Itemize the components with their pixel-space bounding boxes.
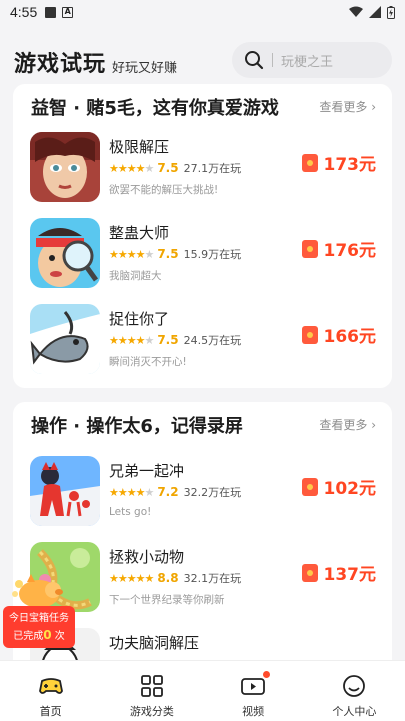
see-more-link[interactable]: 查看更多 › [319, 98, 376, 115]
reward-badge[interactable]: 137元 [301, 560, 377, 585]
nav-tab-home[interactable]: 首页 [0, 661, 101, 721]
game-item[interactable]: 极限解压 ★★★★★ 7.5 27.1万在玩 欲罢不能的解压大挑战! 173元 [13, 132, 392, 208]
play-count: 32.2万在玩 [183, 486, 242, 499]
video-icon [241, 678, 266, 695]
game-thumbnail [30, 218, 100, 288]
task-unit: 次 [54, 631, 65, 642]
game-name: 兄弟一起冲 [109, 462, 185, 480]
nav-label: 游戏分类 [129, 705, 174, 718]
reward-badge[interactable]: 166元 [301, 322, 377, 347]
daily-treasure-task[interactable]: 今日宝箱任务 已完成0 次 [3, 570, 75, 648]
notification-dot [262, 671, 270, 678]
game-thumbnail [30, 132, 100, 202]
search-divider [272, 53, 273, 67]
red-envelope-icon [301, 153, 318, 172]
rating-score: 7.5 [157, 161, 179, 175]
play-count: 27.1万在玩 [183, 162, 242, 175]
game-thumbnail [30, 304, 100, 374]
rating-score: 8.8 [157, 571, 179, 585]
nav-label: 首页 [39, 705, 62, 718]
game-meta: ★★★★★ 7.5 27.1万在玩 [109, 160, 241, 176]
see-more-label: 查看更多 [319, 418, 368, 432]
game-name: 极限解压 [109, 138, 170, 156]
gamepad-icon [38, 678, 63, 694]
reward-amount: 102元 [323, 479, 377, 499]
rating-score: 7.2 [157, 485, 179, 499]
smile-icon [343, 675, 366, 697]
rating-stars: ★★★★★ [109, 247, 154, 261]
task-progress: 已完成0 次 [3, 627, 75, 645]
see-more-link[interactable]: 查看更多 › [319, 416, 376, 433]
section-card-puzzle: 益智 · 赌5毛，这有你真爱游戏 查看更多 › 极限解压 ★★★★★ 7.5 2… [13, 84, 392, 388]
game-name: 功夫脑洞解压 [109, 634, 200, 652]
nav-tab-profile[interactable]: 个人中心 [304, 661, 405, 721]
play-count: 24.5万在玩 [183, 334, 242, 347]
game-description: 瞬间消灭不开心! [109, 356, 187, 368]
red-envelope-icon [301, 325, 318, 344]
status-bar: 4:55 A [0, 0, 405, 24]
app-notification-icon: A [62, 6, 74, 18]
reward-amount: 137元 [323, 565, 377, 585]
reward-badge[interactable]: 173元 [301, 150, 377, 175]
see-more-label: 查看更多 [319, 100, 368, 114]
game-meta: ★★★★★ 7.5 15.9万在玩 [109, 246, 241, 262]
reward-amount: 166元 [323, 327, 377, 347]
section-title: 益智 · 赌5毛，这有你真爱游戏 [31, 98, 279, 119]
reward-badge[interactable]: 176元 [301, 236, 377, 261]
search-bar[interactable]: 玩梗之王 [232, 42, 392, 78]
nav-label: 视频 [242, 705, 265, 718]
rating-score: 7.5 [157, 333, 179, 347]
piggy-bank-icon [12, 574, 63, 608]
grid-icon [140, 675, 163, 697]
nav-tab-categories[interactable]: 游戏分类 [101, 661, 202, 721]
game-item[interactable]: 兄弟一起冲 ★★★★★ 7.2 32.2万在玩 Lets go! 102元 [13, 456, 392, 532]
game-thumbnail [30, 456, 100, 526]
game-item[interactable]: 捉住你了 ★★★★★ 7.5 24.5万在玩 瞬间消灭不开心! 166元 [13, 304, 392, 380]
game-description: Lets go! [109, 506, 152, 518]
task-badge: 今日宝箱任务 已完成0 次 [3, 606, 75, 648]
rating-stars: ★★★★★ [109, 333, 154, 347]
game-name: 整蛊大师 [109, 224, 170, 242]
wifi-icon [349, 6, 363, 17]
page-tagline: 好玩又好赚 [112, 61, 178, 76]
section-title: 操作 · 操作太6，记得录屏 [31, 416, 243, 437]
game-name: 捉住你了 [109, 310, 170, 328]
reward-amount: 173元 [323, 155, 377, 175]
game-description: 我脑洞超大 [109, 270, 162, 282]
game-meta: ★★★★★ 7.5 24.5万在玩 [109, 332, 241, 348]
search-icon [245, 51, 264, 70]
game-description: 欲罢不能的解压大挑战! [109, 184, 219, 196]
play-count: 15.9万在玩 [183, 248, 242, 261]
reward-badge[interactable]: 102元 [301, 474, 377, 499]
task-count: 0 [43, 628, 52, 642]
game-name: 拯救小动物 [109, 548, 185, 566]
rating-stars: ★★★★★ [109, 571, 154, 585]
task-title: 今日宝箱任务 [9, 613, 69, 624]
game-meta: ★★★★★ 8.8 32.1万在玩 [109, 570, 241, 586]
red-envelope-icon [301, 563, 318, 582]
play-count: 32.1万在玩 [183, 572, 242, 585]
reward-amount: 176元 [323, 241, 377, 261]
game-item[interactable]: 整蛊大师 ★★★★★ 7.5 15.9万在玩 我脑洞超大 176元 [13, 218, 392, 294]
signal-icon [369, 6, 381, 18]
rating-stars: ★★★★★ [109, 161, 154, 175]
red-envelope-icon [301, 239, 318, 258]
rating-stars: ★★★★★ [109, 485, 154, 499]
search-placeholder: 玩梗之王 [281, 54, 334, 70]
nav-tab-video[interactable]: 视频 [203, 661, 304, 721]
bottom-navigation: 首页 游戏分类 视频 个人中心 [0, 660, 405, 721]
red-envelope-icon [301, 477, 318, 496]
nav-label: 个人中心 [332, 705, 377, 718]
game-description: 下一个世界纪录等你刷新 [109, 594, 225, 606]
battery-icon [387, 5, 395, 19]
task-progress-label: 已完成 [13, 631, 44, 642]
status-time: 4:55 [10, 4, 38, 20]
page-title: 游戏试玩 [14, 52, 107, 77]
notification-icon [45, 6, 57, 18]
game-meta: ★★★★★ 7.2 32.2万在玩 [109, 484, 241, 500]
rating-score: 7.5 [157, 247, 179, 261]
